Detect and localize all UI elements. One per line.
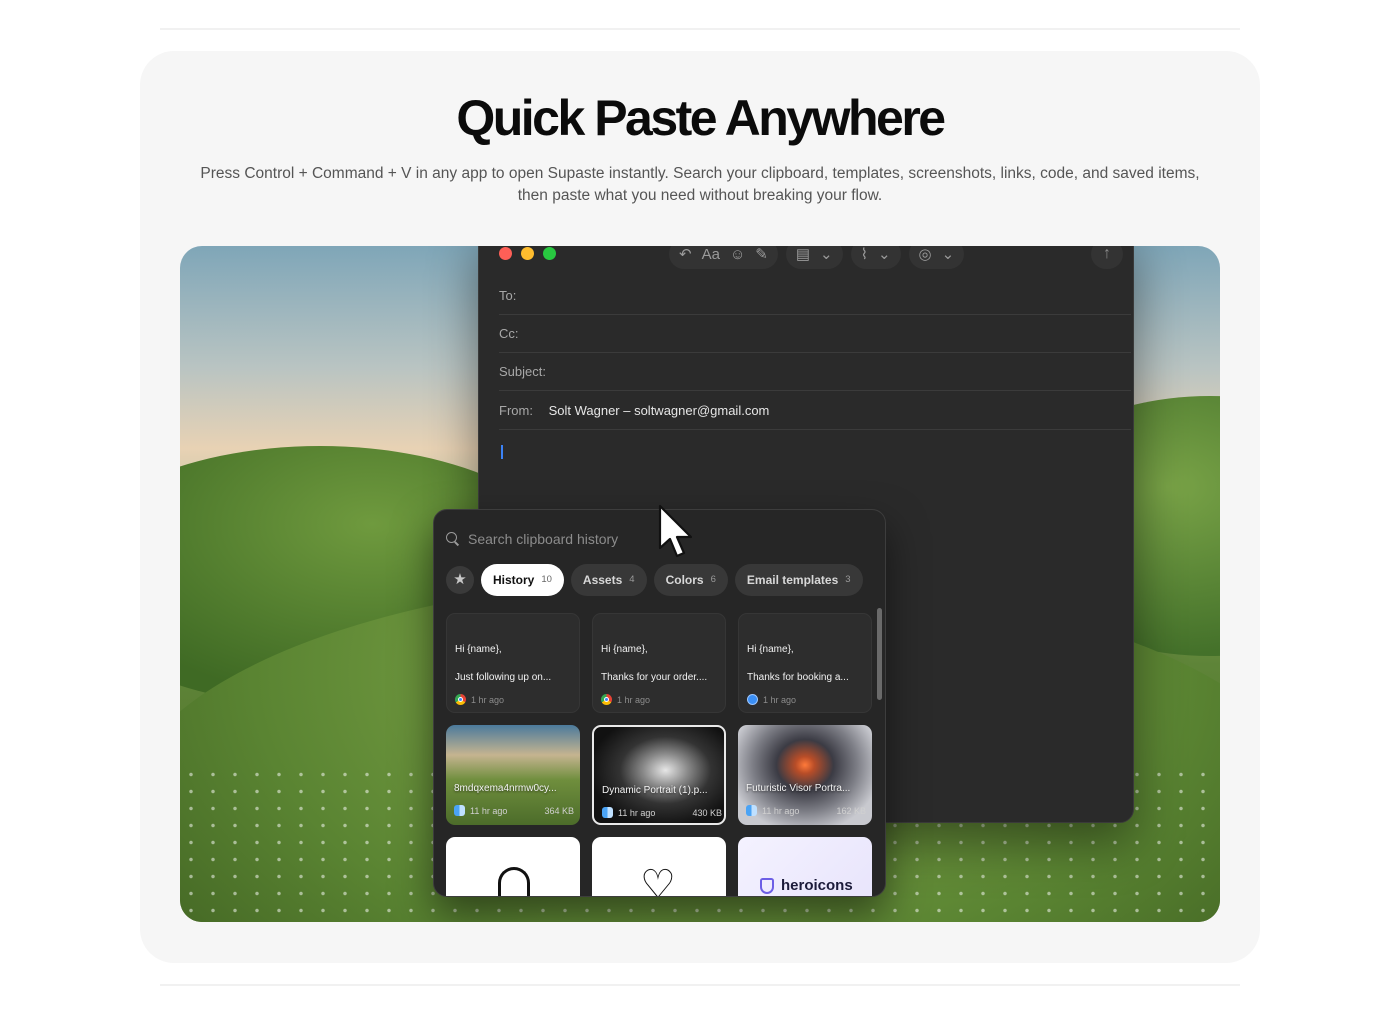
undo-icon[interactable]: ↶: [679, 246, 692, 263]
attachment-icon[interactable]: ⌇: [861, 246, 868, 263]
send-icon[interactable]: ↑: [1091, 246, 1123, 269]
clipboard-logo-item[interactable]: heroicons: [738, 837, 872, 896]
mail-toolbar: ↶ Aa ☺ ✎ ▤ ⌄ ⌇ ⌄ ◎ ⌄: [669, 246, 965, 269]
brand-name: heroicons: [781, 877, 853, 894]
clipboard-image-item[interactable]: 8mdqxema4nrmw0cy... 11 hr ago 364 KB: [446, 725, 580, 825]
item-line-1: Hi {name},: [455, 644, 502, 655]
format-button[interactable]: Aa: [702, 246, 720, 263]
bell-icon: [498, 867, 530, 896]
text-caret: [501, 445, 503, 459]
header-fields-icon[interactable]: ▤: [796, 246, 810, 263]
item-meta: 1 hr ago: [455, 694, 504, 705]
clipboard-panel: Search clipboard history ★ History 10 As…: [433, 509, 886, 897]
chevron-down-icon[interactable]: ⌄: [878, 246, 891, 263]
toolbar-group-layout: ▤ ⌄: [785, 246, 843, 269]
clipboard-icon-item[interactable]: [446, 837, 580, 896]
item-line-2: Just following up on...: [455, 672, 552, 683]
item-time: 1 hr ago: [617, 694, 651, 705]
tab-label: History: [493, 573, 535, 587]
heart-icon: ♡: [640, 863, 676, 897]
tab-count: 10: [541, 574, 552, 585]
search-input[interactable]: Search clipboard history: [468, 531, 618, 547]
markup-icon[interactable]: ✎: [755, 246, 768, 263]
clipboard-image-item[interactable]: Futuristic Visor Portra... 11 hr ago 162…: [738, 725, 872, 825]
item-size: 430 KB: [692, 807, 722, 818]
to-label: To:: [499, 288, 517, 303]
item-size: 162 KB: [836, 805, 866, 816]
from-label: From:: [499, 403, 533, 418]
favorites-star-icon[interactable]: ★: [446, 566, 474, 594]
tab-count: 4: [629, 574, 635, 585]
feature-card: Quick Paste Anywhere Press Control + Com…: [140, 51, 1260, 963]
clipboard-image-item-selected[interactable]: Dynamic Portrait (1).p... 11 hr ago 430 …: [592, 725, 726, 825]
tab-label: Colors: [665, 573, 704, 587]
item-time: 11 hr ago: [762, 805, 800, 816]
window-minimize-button[interactable]: [521, 247, 534, 260]
tab-count: 6: [710, 574, 716, 585]
item-time: 11 hr ago: [618, 807, 656, 818]
cc-label: Cc:: [499, 326, 519, 341]
tab-assets[interactable]: Assets 4: [570, 564, 647, 596]
mouse-pointer-icon: [658, 504, 693, 558]
item-meta: 11 hr ago 364 KB: [454, 805, 574, 816]
photo-browser-icon[interactable]: ◎: [919, 246, 932, 263]
item-line-2: Thanks for booking a...: [747, 672, 849, 683]
chrome-icon: [601, 694, 612, 705]
finder-icon: [746, 805, 757, 816]
from-value: Solt Wagner – soltwagner@gmail.com: [548, 403, 770, 418]
item-size: 364 KB: [544, 805, 574, 816]
tab-label: Email templates: [746, 573, 839, 587]
cc-field[interactable]: Cc:: [499, 315, 1131, 353]
clipboard-item[interactable]: Hi {name}, Just following up on... 1 hr …: [446, 613, 580, 713]
item-filename: 8mdqxema4nrmw0cy...: [454, 783, 557, 794]
heroicons-logo: heroicons: [760, 877, 853, 894]
finder-icon: [602, 807, 613, 818]
section-headline: Quick Paste Anywhere: [456, 90, 946, 146]
emoji-icon[interactable]: ☺: [730, 246, 745, 263]
chrome-icon: [455, 694, 466, 705]
tab-label: Assets: [582, 573, 623, 587]
bottom-divider: [160, 984, 1240, 986]
window-close-button[interactable]: [499, 247, 512, 260]
item-filename: Dynamic Portrait (1).p...: [602, 785, 708, 796]
to-field[interactable]: To:: [499, 277, 1131, 315]
item-meta: 11 hr ago 430 KB: [602, 807, 722, 818]
item-line-2: Thanks for your order....: [601, 672, 708, 683]
toolbar-group-attach: ⌇ ⌄: [850, 246, 901, 269]
toolbar-group-format: ↶ Aa ☺ ✎: [669, 246, 778, 269]
subject-label: Subject:: [499, 364, 546, 379]
item-time: 11 hr ago: [470, 805, 508, 816]
item-line-1: Hi {name},: [601, 644, 648, 655]
item-time: 1 hr ago: [763, 694, 797, 705]
item-filename: Futuristic Visor Portra...: [746, 783, 851, 794]
tab-history[interactable]: History 10: [481, 564, 564, 596]
shield-icon: [760, 877, 774, 894]
clipboard-tabs: ★ History 10 Assets 4 Colors 6 Email tem…: [446, 564, 863, 596]
tab-colors[interactable]: Colors 6: [653, 564, 728, 596]
clipboard-item[interactable]: Hi {name}, Thanks for booking a... 1 hr …: [738, 613, 872, 713]
item-meta: 11 hr ago 162 KB: [746, 805, 866, 816]
demo-screenshot: ↶ Aa ☺ ✎ ▤ ⌄ ⌇ ⌄ ◎ ⌄ ↑ To: Cc: Subject: …: [180, 246, 1220, 922]
search-icon: [446, 532, 460, 546]
finder-icon: [454, 805, 465, 816]
tab-email-templates[interactable]: Email templates 3: [734, 564, 863, 596]
panel-scrollbar[interactable]: [877, 608, 882, 700]
clipboard-search[interactable]: Search clipboard history: [446, 528, 866, 550]
tab-count: 3: [845, 574, 851, 585]
item-time: 1 hr ago: [471, 694, 505, 705]
subject-field[interactable]: Subject:: [499, 353, 1131, 391]
item-meta: 1 hr ago: [601, 694, 650, 705]
window-zoom-button[interactable]: [543, 247, 556, 260]
item-meta: 1 hr ago: [747, 694, 796, 705]
from-field[interactable]: From: Solt Wagner – soltwagner@gmail.com: [499, 392, 1131, 430]
top-divider: [160, 28, 1240, 30]
chevron-down-icon[interactable]: ⌄: [942, 246, 955, 263]
toolbar-group-photo: ◎ ⌄: [908, 246, 965, 269]
section-description: Press Control + Command + V in any app t…: [200, 165, 1200, 204]
item-line-1: Hi {name},: [747, 644, 794, 655]
safari-icon: [747, 694, 758, 705]
chevron-down-icon[interactable]: ⌄: [820, 246, 833, 263]
clipboard-item[interactable]: Hi {name}, Thanks for your order.... 1 h…: [592, 613, 726, 713]
clipboard-icon-item[interactable]: ♡: [592, 837, 726, 897]
